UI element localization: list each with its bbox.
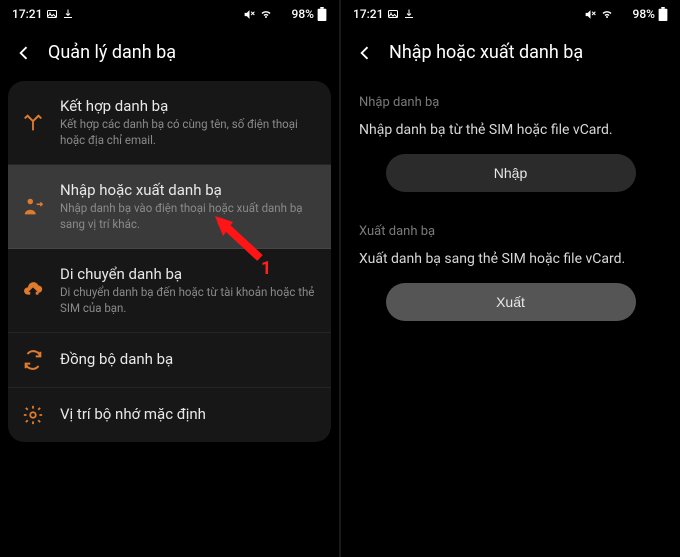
item-subtitle: Nhập danh bạ vào điện thoại hoặc xuất da… xyxy=(60,201,317,232)
status-time: 17:21 xyxy=(12,7,42,21)
gear-icon xyxy=(22,404,44,426)
screen-import-export: 17:21 98% Nhậ xyxy=(341,0,680,557)
cloud-upload-icon xyxy=(22,280,44,302)
item-subtitle: Kết hợp các danh bạ có cùng tên, số điện… xyxy=(60,117,317,148)
status-bar: 17:21 98% xyxy=(341,0,680,28)
export-section: Xuất danh bạ Xuất danh bạ sang thẻ SIM h… xyxy=(341,210,680,339)
download-icon xyxy=(62,8,74,20)
battery-text: 98% xyxy=(292,7,314,21)
mute-icon xyxy=(243,8,256,21)
status-time: 17:21 xyxy=(353,7,383,21)
item-title: Vị trí bộ nhớ mặc định xyxy=(60,405,317,423)
battery-text: 98% xyxy=(633,7,655,21)
wifi-icon xyxy=(600,8,614,20)
screen-manage-contacts: 17:21 98% Quả xyxy=(0,0,339,557)
wifi-icon xyxy=(259,8,273,20)
section-label-import: Nhập danh bạ xyxy=(359,95,662,110)
export-description: Xuất danh bạ sang thẻ SIM hoặc file vCar… xyxy=(359,251,662,267)
signal-icon xyxy=(617,8,630,20)
item-title: Di chuyển danh bạ xyxy=(60,265,317,283)
back-button[interactable] xyxy=(14,43,34,63)
mute-icon xyxy=(584,8,597,21)
battery-icon xyxy=(658,7,668,21)
user-transfer-icon xyxy=(22,196,44,218)
import-section: Nhập danh bạ Nhập danh bạ từ thẻ SIM hoặ… xyxy=(341,81,680,210)
page-title: Quản lý danh bạ xyxy=(48,42,176,63)
merge-icon xyxy=(22,112,44,134)
signal-icon xyxy=(276,8,289,20)
screen-header: Quản lý danh bạ xyxy=(0,28,339,81)
item-subtitle: Di chuyển danh bạ đến hoặc từ tài khoản … xyxy=(60,285,317,316)
list-item-sync-contacts[interactable]: Đồng bộ danh bạ xyxy=(8,333,331,388)
annotation-label-1: 1 xyxy=(261,258,271,279)
image-icon xyxy=(46,8,58,20)
list-item-move-contacts[interactable]: Di chuyển danh bạ Di chuyển danh bạ đến … xyxy=(8,249,331,333)
screen-header: Nhập hoặc xuất danh bạ xyxy=(341,28,680,81)
settings-list: Kết hợp danh bạ Kết hợp các danh bạ có c… xyxy=(8,81,331,442)
download-icon xyxy=(403,8,415,20)
item-title: Kết hợp danh bạ xyxy=(60,97,317,115)
battery-icon xyxy=(317,7,327,21)
sync-icon xyxy=(22,349,44,371)
import-button[interactable]: Nhập xyxy=(386,154,636,192)
item-title: Nhập hoặc xuất danh bạ xyxy=(60,181,317,199)
item-title: Đồng bộ danh bạ xyxy=(60,350,317,368)
import-description: Nhập danh bạ từ thẻ SIM hoặc file vCard. xyxy=(359,122,662,138)
list-item-merge-contacts[interactable]: Kết hợp danh bạ Kết hợp các danh bạ có c… xyxy=(8,81,331,165)
list-item-default-storage[interactable]: Vị trí bộ nhớ mặc định xyxy=(8,388,331,442)
back-button[interactable] xyxy=(355,43,375,63)
image-icon xyxy=(387,8,399,20)
list-item-import-export[interactable]: Nhập hoặc xuất danh bạ Nhập danh bạ vào … xyxy=(8,165,331,249)
status-bar: 17:21 98% xyxy=(0,0,339,28)
page-title: Nhập hoặc xuất danh bạ xyxy=(389,42,583,63)
section-label-export: Xuất danh bạ xyxy=(359,224,662,239)
export-button[interactable]: Xuất xyxy=(386,283,636,321)
